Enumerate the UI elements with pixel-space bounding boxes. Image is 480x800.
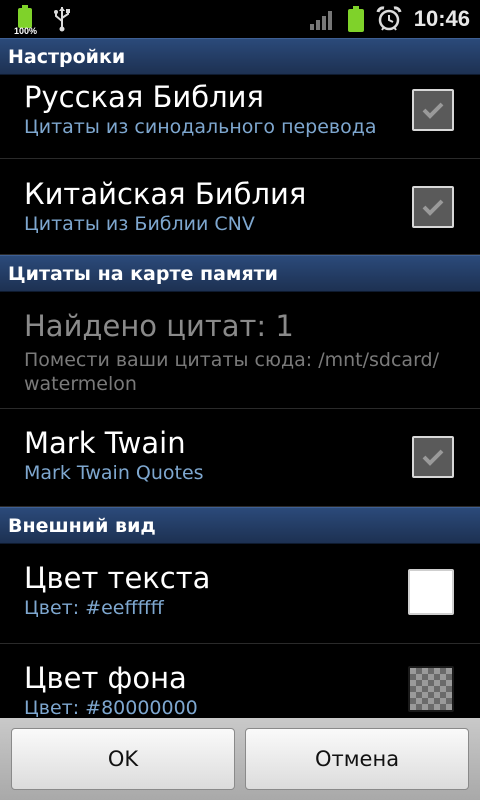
status-bar: 100% 10:46 [0,0,480,38]
checkbox[interactable] [412,186,454,228]
pref-text-color[interactable]: Цвет текста Цвет: #eeffffff [0,544,480,644]
preference-list[interactable]: Настройки Русская Библия Цитаты из синод… [0,38,480,718]
usb-icon [54,7,70,32]
ok-button[interactable]: OK [11,728,235,790]
pref-russian-bible[interactable]: Русская Библия Цитаты из синодального пе… [0,75,480,159]
signal-icon [309,11,332,30]
battery-percent: 100% [14,26,38,36]
battery-icon [347,6,364,32]
pref-found-quotes: Найдено цитат: 1 Помести ваши цитаты сюд… [0,292,480,409]
pref-summary: Помести ваши цитаты сюда: /mnt/sdcard/ w… [24,349,440,395]
section-header: Настройки [0,38,480,75]
color-swatch[interactable] [408,666,454,712]
check-icon [422,102,444,119]
alarm-icon [376,6,402,31]
section-header: Внешний вид [0,507,480,544]
section-header: Цитаты на карте памяти [0,255,480,292]
pref-chinese-bible[interactable]: Китайская Библия Цитаты из Библии CNV [0,159,480,255]
check-icon [422,449,444,466]
cancel-button[interactable]: Отмена [245,728,469,790]
pref-title: Найдено цитат: 1 [24,309,294,343]
pref-mark-twain[interactable]: Mark Twain Mark Twain Quotes [0,409,480,507]
pref-background-color[interactable]: Цвет фона Цвет: #80000000 [0,644,480,718]
dialog-button-bar: OK Отмена [0,718,480,800]
color-swatch[interactable] [408,569,454,615]
battery-icon: 100% [14,2,38,36]
checkbox[interactable] [412,89,454,131]
checkbox[interactable] [412,436,454,478]
check-icon [422,199,444,216]
status-clock: 10:46 [413,6,470,31]
